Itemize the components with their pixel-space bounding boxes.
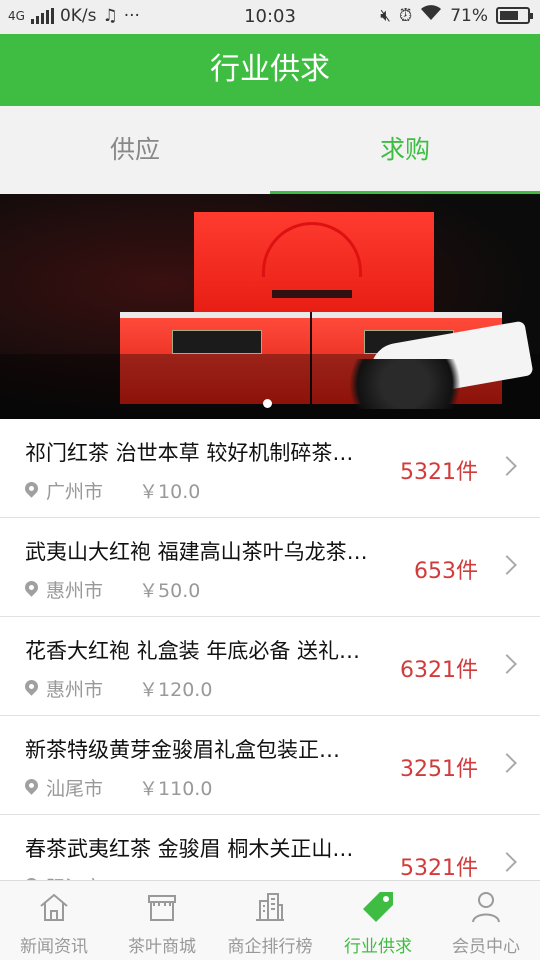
item-title: 新茶特级黄芽金骏眉礼盒包装正… [25,738,340,762]
battery-percent: 71% [450,5,488,26]
location-pin-icon [22,479,41,498]
banner-carousel[interactable] [0,194,540,419]
nav-news[interactable]: 新闻资讯 [0,881,108,960]
item-city: 惠州市 [46,580,104,602]
chevron-right-icon [497,852,517,872]
item-price: ￥110.0 [139,778,213,800]
nav-label: 茶叶商城 [128,937,196,957]
nav-label: 新闻资讯 [20,937,88,957]
item-city: 汕尾市 [46,778,104,800]
item-count: 653件 [414,559,478,584]
tab-supply[interactable]: 供应 [0,106,270,194]
nav-member[interactable]: 会员中心 [432,881,540,960]
chevron-right-icon [497,555,517,575]
item-city: 广州市 [46,481,104,503]
page-title: 行业供求 [0,34,540,106]
location-pin-icon [22,578,41,597]
person-icon [472,892,500,923]
bottom-nav: 新闻资讯 茶叶商城 商企排行榜 行业供求 会员中心 [0,880,540,960]
list-item[interactable]: 武夷山大红袍 福建高山茶叶乌龙茶… 惠州市 ￥50.0 653件 [0,518,540,617]
chevron-right-icon [497,654,517,674]
nav-label: 商企排行榜 [227,937,313,957]
mute-icon: 🔇︎ [380,5,391,26]
list-item[interactable]: 新茶特级黄芽金骏眉礼盒包装正… 汕尾市 ￥110.0 3251件 [0,716,540,815]
demand-list: 祁门红茶 治世本草 较好机制碎茶… 广州市 ￥10.0 5321件 武夷山大红袍… [0,419,540,914]
nav-label: 行业供求 [344,937,412,957]
alarm-icon: ⏰︎ [398,5,413,26]
nav-supply-demand[interactable]: 行业供求 [324,881,432,960]
item-title: 武夷山大红袍 福建高山茶叶乌龙茶… [25,540,368,564]
item-title: 花香大红袍 礼盒装 年底必备 送礼… [25,639,361,663]
home-icon [40,893,68,921]
tag-icon [363,892,393,922]
battery-icon [496,7,533,24]
building-icon [256,893,284,921]
location-pin-icon [22,677,41,696]
item-price: ￥120.0 [139,679,213,701]
list-item[interactable]: 花香大红袍 礼盒装 年底必备 送礼… 惠州市 ￥120.0 6321件 [0,617,540,716]
item-city: 惠州市 [46,679,104,701]
item-title: 祁门红茶 治世本草 较好机制碎茶… [25,441,354,465]
nav-ranking[interactable]: 商企排行榜 [216,881,324,960]
banner-image-tea-leaves [330,359,480,409]
list-item[interactable]: 祁门红茶 治世本草 较好机制碎茶… 广州市 ￥10.0 5321件 [0,419,540,518]
item-title: 春茶武夷红茶 金骏眉 桐木关正山… [25,837,354,861]
item-count: 5321件 [400,856,478,881]
item-price: ￥50.0 [139,580,201,602]
item-count: 6321件 [400,658,478,683]
status-bar: 4G 0K/s ♫ ··· 10:03 🔇︎ ⏰︎ 71% [0,0,540,34]
tab-bar: 供应 求购 [0,106,540,194]
item-count: 5321件 [400,460,478,485]
nav-label: 会员中心 [452,937,520,957]
chevron-right-icon [497,456,517,476]
tab-purchase[interactable]: 求购 [270,106,540,194]
nav-store[interactable]: 茶叶商城 [108,881,216,960]
carousel-indicator-dot[interactable] [263,399,272,408]
wifi-icon [420,5,442,26]
item-count: 3251件 [400,757,478,782]
store-icon [148,895,176,921]
item-price: ￥10.0 [139,481,201,503]
location-pin-icon [22,776,41,795]
chevron-right-icon [497,753,517,773]
